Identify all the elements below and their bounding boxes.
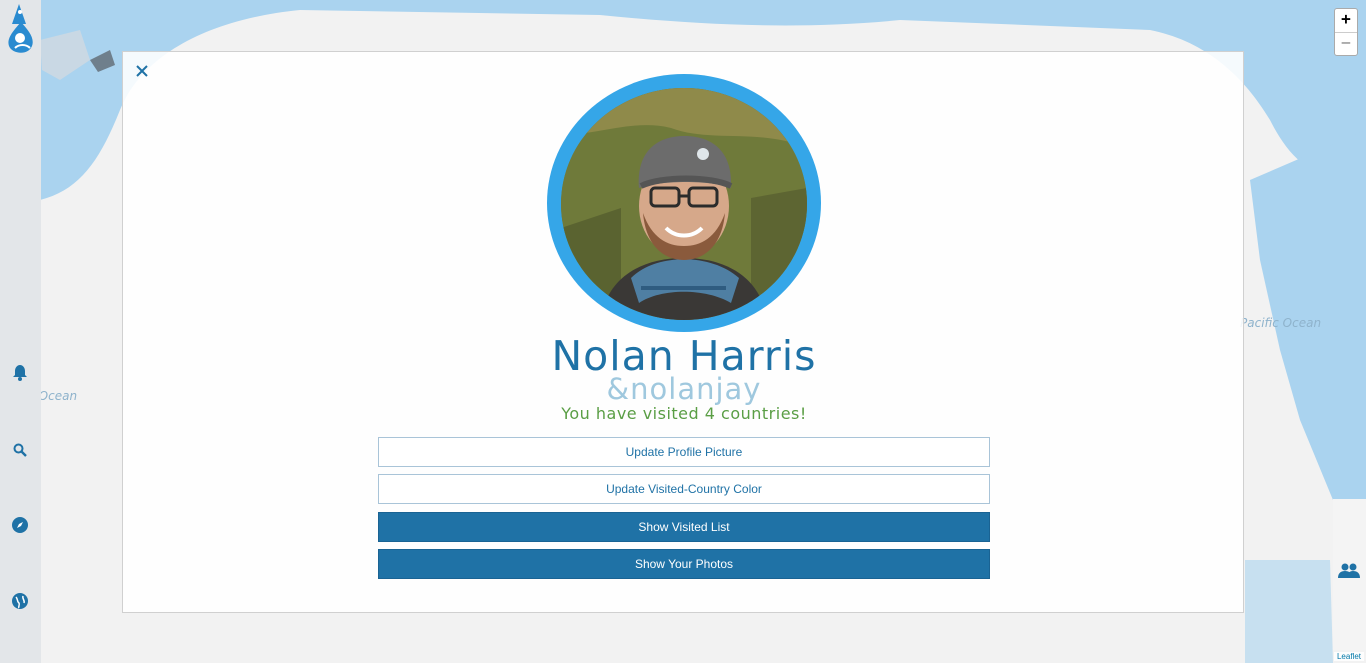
search-icon[interactable] — [9, 439, 31, 461]
avatar-ring — [547, 74, 821, 332]
bell-icon[interactable] — [9, 362, 31, 384]
left-sidebar — [0, 0, 41, 663]
map-attribution[interactable]: Leaflet — [1333, 652, 1364, 661]
update-profile-picture-button[interactable]: Update Profile Picture — [378, 437, 990, 467]
zoom-control: + − — [1334, 8, 1358, 56]
profile-handle: &nolanjay — [606, 372, 762, 406]
show-visited-list-button[interactable]: Show Visited List — [378, 512, 990, 542]
compass-icon[interactable] — [9, 514, 31, 536]
friends-icon[interactable] — [1338, 563, 1360, 583]
map-label-pacific-right: Pacific Ocean — [1240, 316, 1322, 330]
profile-modal: Nolan Harris &nolanjay You have visited … — [122, 51, 1244, 613]
zoom-out-button[interactable]: − — [1335, 32, 1357, 55]
show-photos-button[interactable]: Show Your Photos — [378, 549, 990, 579]
logo-icon[interactable] — [6, 4, 36, 54]
close-icon[interactable] — [135, 64, 149, 78]
avatar — [561, 88, 807, 320]
visited-count-text: You have visited 4 countries! — [561, 404, 807, 423]
globe-icon[interactable] — [9, 590, 31, 612]
update-visited-color-button[interactable]: Update Visited-Country Color — [378, 474, 990, 504]
zoom-in-button[interactable]: + — [1335, 9, 1357, 32]
